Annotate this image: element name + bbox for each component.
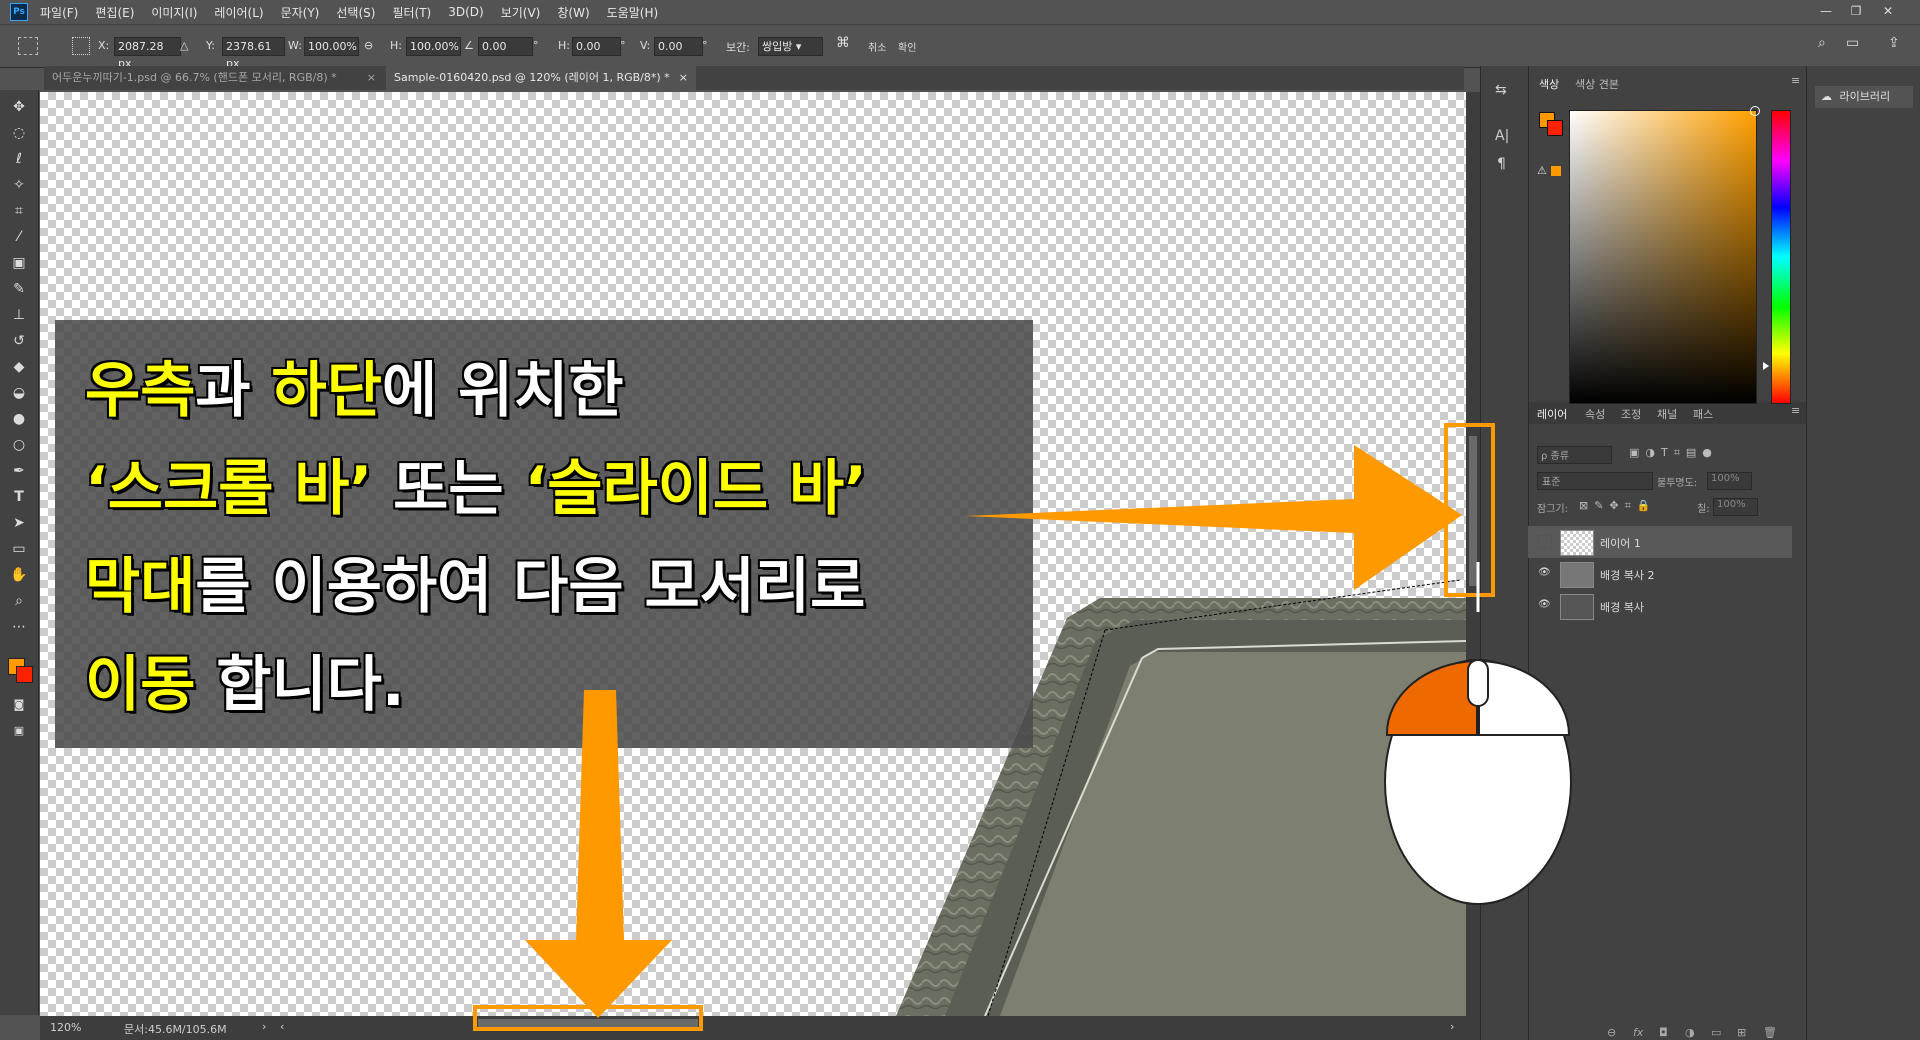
- annotation-layer: [473, 423, 1572, 1031]
- right-arrow-icon: [965, 445, 1462, 590]
- slidebar-highlight-box: [473, 1005, 703, 1031]
- down-arrow-icon: [525, 690, 672, 1018]
- mouse-icon: [1384, 562, 1572, 905]
